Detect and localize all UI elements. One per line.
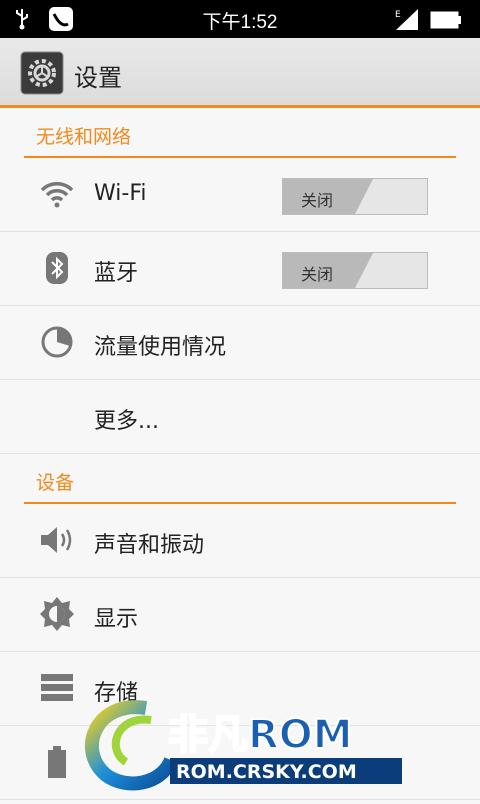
speaker-icon [38, 523, 76, 557]
wifi-icon [38, 177, 76, 211]
settings-item-data-usage[interactable]: 流量使用情况 [0, 306, 480, 380]
settings-item-label: 声音和振动 [94, 533, 205, 558]
battery-icon [38, 745, 76, 779]
signal-icon: E [394, 8, 420, 36]
brightness-icon [38, 597, 76, 631]
toggle-state-label: 关闭 [301, 265, 334, 284]
bluetooth-icon [38, 251, 76, 285]
action-bar: 设置 [0, 38, 480, 108]
svg-text:E: E [395, 10, 401, 20]
settings-item-label: Wi-Fi [94, 181, 147, 206]
section-title: 无线和网络 [36, 126, 132, 148]
wifi-toggle[interactable]: 关闭 [282, 178, 428, 215]
watermark-url-text: ROM.CRSKY.COM [176, 761, 357, 783]
section-header-wireless: 无线和网络 [0, 108, 480, 158]
watermark-logo: 非凡ROM ROM.CRSKY.COM [76, 690, 406, 800]
watermark-brand-text: 非凡ROM [168, 712, 353, 758]
settings-item-more[interactable]: 更多... [0, 380, 480, 454]
settings-item-label: 蓝牙 [94, 261, 139, 286]
status-bar: 下午1:52 E [0, 0, 480, 38]
page-title: 设置 [74, 64, 122, 92]
settings-item-display[interactable]: 显示 [0, 578, 480, 652]
settings-item-label: 显示 [94, 607, 139, 632]
battery-icon [430, 11, 462, 33]
toggle-state-label: 关闭 [301, 191, 334, 210]
section-header-device: 设备 [0, 454, 480, 504]
storage-icon [38, 671, 76, 705]
data-usage-icon [38, 325, 76, 359]
settings-item-label: 流量使用情况 [94, 335, 227, 360]
settings-item-label: 更多... [94, 409, 159, 434]
settings-item-sound[interactable]: 声音和振动 [0, 504, 480, 578]
settings-item-wifi[interactable]: Wi-Fi 关闭 [0, 158, 480, 232]
section-title: 设备 [36, 472, 75, 494]
settings-gear-icon[interactable] [20, 51, 64, 95]
settings-item-bluetooth[interactable]: 蓝牙 关闭 [0, 232, 480, 306]
bluetooth-toggle[interactable]: 关闭 [282, 252, 428, 289]
